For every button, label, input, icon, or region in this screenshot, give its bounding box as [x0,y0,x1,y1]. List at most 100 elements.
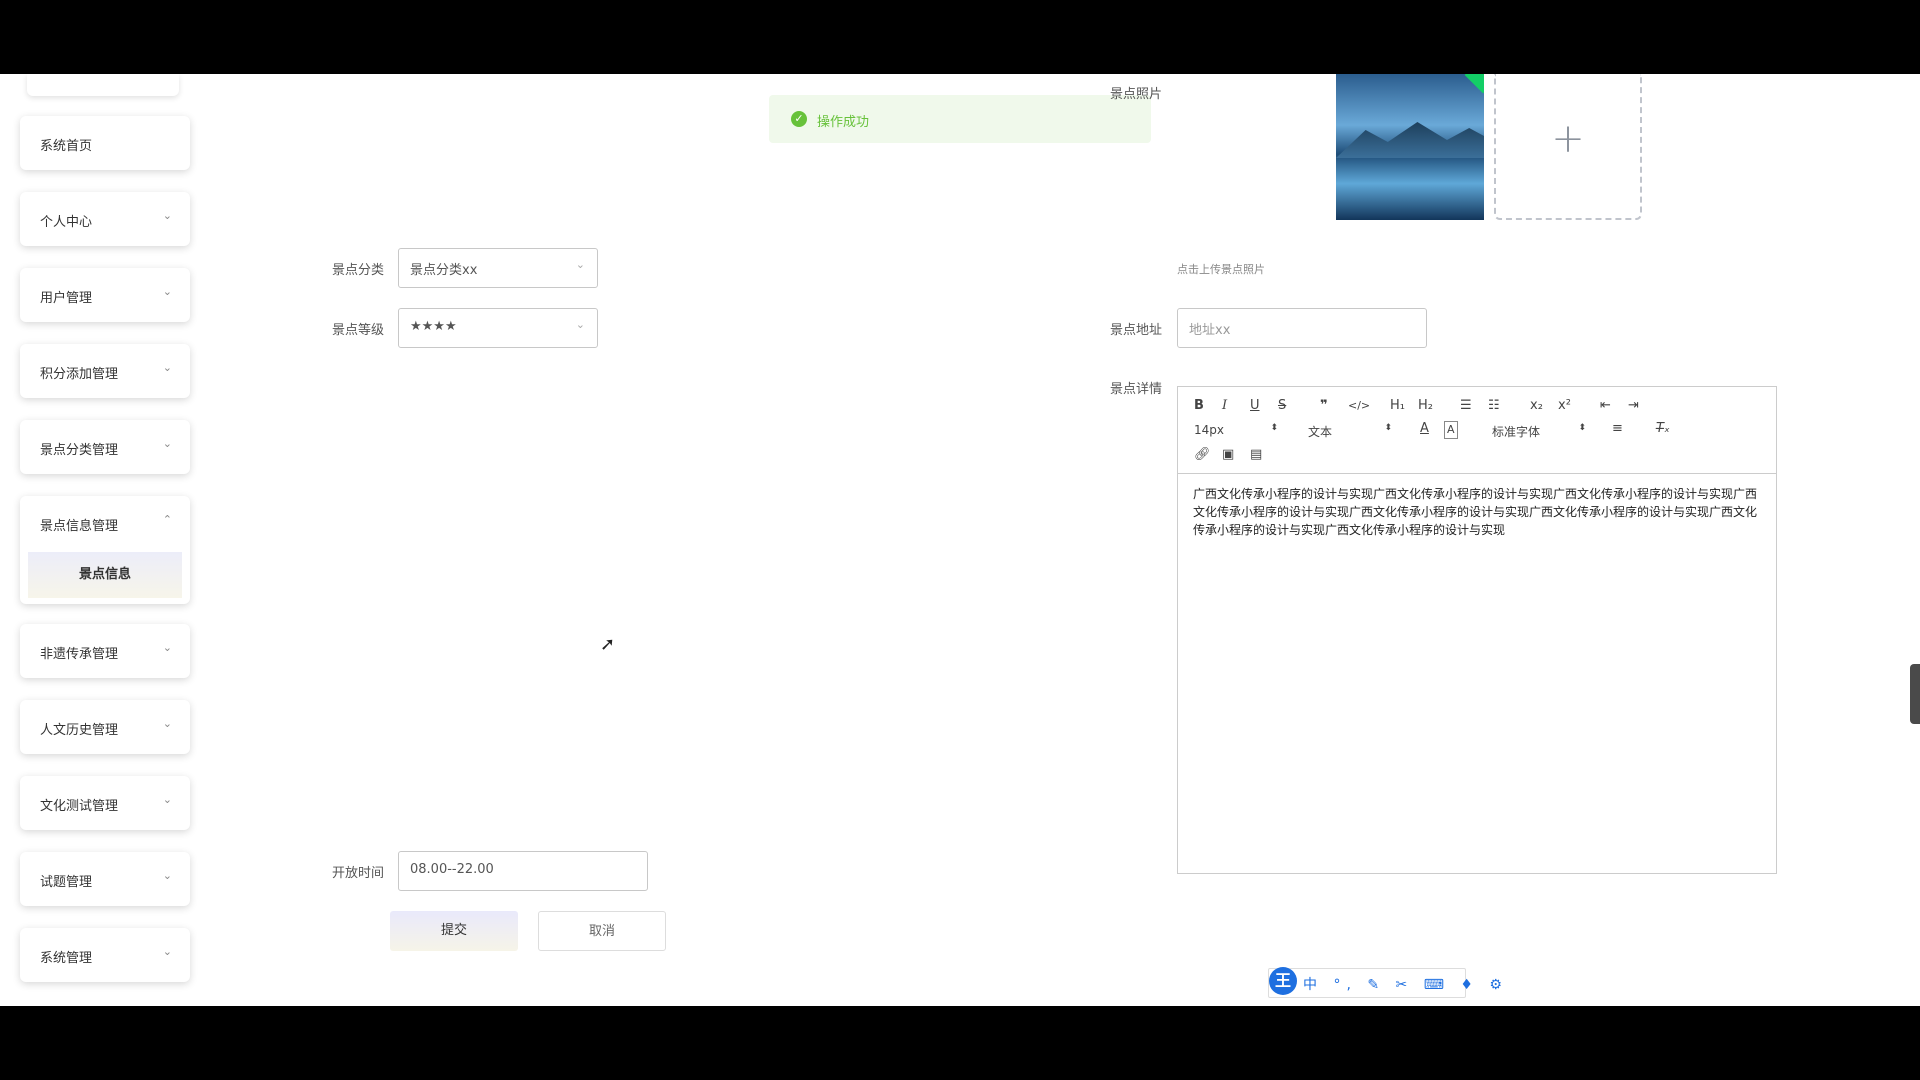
category-label: 景点分类 [332,263,385,278]
superscript-icon[interactable]: x² [1558,398,1571,414]
ime-logo[interactable]: 王 [1269,967,1297,995]
underline-icon[interactable]: U [1250,398,1260,414]
link-icon[interactable]: 🔗︎ [1194,447,1211,463]
sidebar-item-personal-center[interactable]: 个人中心 ⌄ [20,192,190,246]
background-color-icon[interactable]: A [1444,421,1458,439]
submit-button[interactable]: 提交 [390,911,518,951]
header-1-icon[interactable]: H₁ [1390,398,1405,414]
font-size-value: 14px [1194,423,1224,437]
font-color-icon[interactable]: A [1420,421,1429,437]
bullet-list-icon[interactable]: ☷ [1488,398,1500,414]
photo-label: 景点照片 [1110,87,1163,102]
updown-icon: ⬍ [1384,423,1392,433]
sidebar-item-user-management[interactable]: 用户管理 ⌄ [20,268,190,322]
mouse-cursor-icon: ➚ [600,634,616,655]
detail-label: 景点详情 [1110,382,1163,397]
video-icon[interactable]: ▤ [1250,447,1262,463]
category-select-value: 景点分类xx [410,263,478,278]
photo-upload-button[interactable]: + [1494,74,1642,220]
header-format-select[interactable]: 文本 ⬍ [1308,423,1392,440]
font-family-select[interactable]: 标准字体 ⬍ [1492,423,1586,440]
plus-icon: + [1551,116,1585,162]
align-left-icon[interactable]: ≡ [1612,421,1623,437]
sidebar-item-label: 人文历史管理 [40,723,119,738]
sidebar-item-label: 试题管理 [40,875,93,890]
level-select-value: ★★★★ [410,319,457,334]
attraction-photo-thumbnail[interactable] [1336,74,1484,220]
chevron-down-icon: ⌄ [162,285,172,298]
level-select[interactable]: ★★★★ ⌄ [398,308,598,348]
chevron-down-icon: ⌄ [162,869,172,882]
code-block-icon[interactable]: </> [1348,398,1370,414]
photo-landscape [1336,122,1484,158]
sidebar-item-label: 非遗传承管理 [40,647,119,662]
address-label: 景点地址 [1110,323,1163,338]
sidebar-item-heritage-management[interactable]: 非遗传承管理 ⌄ [20,624,190,678]
photo-upload-hint: 点击上传景点照片 [1177,263,1265,276]
success-toast: ✓ 操作成功 [769,95,1151,143]
chevron-down-icon: ⌄ [162,641,172,654]
sidebar-item-home[interactable]: 系统首页 [20,116,190,170]
font-family-value: 标准字体 [1492,425,1541,439]
chevron-down-icon: ⌄ [162,437,172,450]
sidebar-item-system-management[interactable]: 系统管理 ⌄ [20,928,190,982]
editor-toolbar: B I U S ❞ </> H₁ H₂ ☰ ☷ x₂ x² ⇤ ⇥ 14px ⬍… [1178,387,1776,474]
italic-icon[interactable]: I [1222,398,1227,414]
check-circle-icon: ✓ [791,111,807,127]
indent-icon[interactable]: ⇥ [1628,398,1639,414]
cancel-button[interactable]: 取消 [538,911,666,951]
sidebar-item-history-management[interactable]: 人文历史管理 ⌄ [20,700,190,754]
upload-success-icon [1464,74,1484,94]
chevron-down-icon: ⌄ [162,793,172,806]
sidebar-item-label: 景点信息管理 [40,519,119,534]
image-icon[interactable]: ▣ [1222,447,1234,463]
address-input-value: 地址xx [1189,323,1231,338]
strikethrough-icon[interactable]: S [1278,398,1286,414]
sidebar-item-category-management[interactable]: 景点分类管理 ⌄ [20,420,190,474]
editor-content[interactable]: 广西文化传承小程序的设计与实现广西文化传承小程序的设计与实现广西文化传承小程序的… [1193,485,1763,539]
clear-format-icon[interactable]: T̶ₓ [1656,421,1670,437]
subscript-icon[interactable]: x₂ [1530,398,1543,414]
sidebar-top-stub [27,74,179,96]
sidebar-item-label: 积分添加管理 [40,367,119,382]
ime-mode[interactable]: 中 [1303,977,1323,993]
address-input[interactable]: 地址xx [1177,308,1427,348]
outdent-icon[interactable]: ⇤ [1600,398,1611,414]
chevron-down-icon: ⌄ [162,361,172,374]
chevron-up-icon: ⌃ [162,513,172,526]
sidebar-item-culture-test-management[interactable]: 文化测试管理 ⌄ [20,776,190,830]
sidebar-item-attraction-management[interactable]: 景点信息管理 ⌃ 景点信息 [20,496,190,604]
updown-icon: ⬍ [1578,423,1586,433]
open-time-input[interactable]: 08.00--22.00 [398,851,648,891]
level-label: 景点等级 [332,323,385,338]
updown-icon: ⬍ [1270,423,1278,433]
sidebar: 系统首页 个人中心 ⌄ 用户管理 ⌄ 积分添加管理 ⌄ 景点分类管理 ⌄ 景点信… [0,74,210,1006]
sidebar-item-label: 景点分类管理 [40,443,119,458]
chevron-down-icon: ⌄ [575,258,585,271]
sidebar-item-points-management[interactable]: 积分添加管理 ⌄ [20,344,190,398]
ime-icons[interactable]: 中 °, ✎ ✂ ⌨ ♦ ⚙ [1303,974,1508,994]
sidebar-subitem-attraction-info[interactable]: 景点信息 [28,552,182,598]
sidebar-item-label: 个人中心 [40,215,93,230]
sidebar-item-label: 系统首页 [40,139,93,154]
chevron-down-icon: ⌄ [162,717,172,730]
chevron-down-icon: ⌄ [162,209,172,222]
ime-toolbar[interactable]: 王 中 °, ✎ ✂ ⌨ ♦ ⚙ [1268,967,1502,998]
toast-message: 操作成功 [817,115,870,130]
sidebar-item-question-management[interactable]: 试题管理 ⌄ [20,852,190,906]
header-2-icon[interactable]: H₂ [1418,398,1433,414]
sidebar-item-label: 文化测试管理 [40,799,119,814]
category-select[interactable]: 景点分类xx ⌄ [398,248,598,288]
chevron-down-icon: ⌄ [162,945,172,958]
rich-text-editor[interactable]: B I U S ❞ </> H₁ H₂ ☰ ☷ x₂ x² ⇤ ⇥ 14px ⬍… [1177,386,1777,874]
sidebar-item-label: 系统管理 [40,951,93,966]
app-window: 系统首页 个人中心 ⌄ 用户管理 ⌄ 积分添加管理 ⌄ 景点分类管理 ⌄ 景点信… [0,74,1920,1006]
bold-icon[interactable]: B [1194,398,1204,414]
open-time-label: 开放时间 [332,866,385,881]
blockquote-icon[interactable]: ❞ [1320,398,1328,414]
sidebar-item-label: 用户管理 [40,291,93,306]
font-size-select[interactable]: 14px ⬍ [1194,423,1278,437]
open-time-value: 08.00--22.00 [410,862,494,877]
ordered-list-icon[interactable]: ☰ [1460,398,1472,414]
side-drawer-handle[interactable] [1910,664,1920,724]
